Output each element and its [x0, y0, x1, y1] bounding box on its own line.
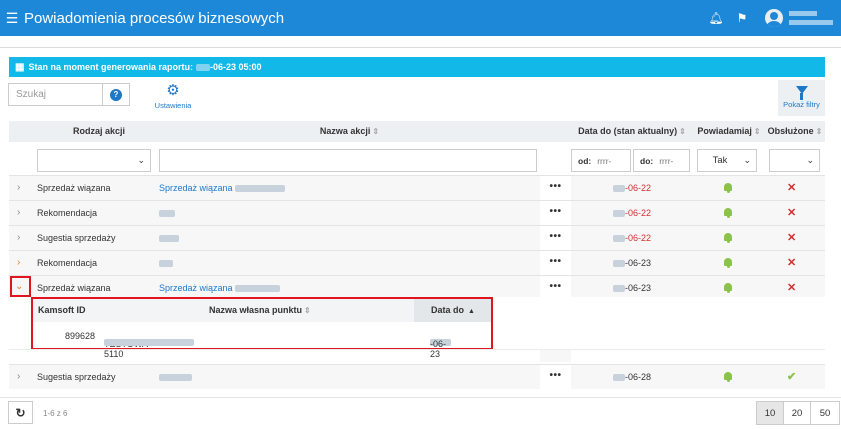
- settings-button[interactable]: ⚙ Ustawienia: [151, 82, 195, 111]
- search-help-button[interactable]: ?: [102, 83, 130, 106]
- sort-icon: ⇕: [372, 127, 380, 136]
- col-notify[interactable]: Powiadamiaj ⇕: [693, 121, 765, 142]
- chevron-right-icon[interactable]: ›: [17, 207, 20, 218]
- bell-icon: [723, 208, 733, 218]
- page-size-20[interactable]: 20: [783, 401, 811, 425]
- cross-icon: ✕: [787, 182, 797, 194]
- table-row[interactable]: › Sugestia sprzedaży ••• -06-22 ✕: [9, 225, 825, 251]
- notify-filter-select[interactable]: Tak ⌄: [697, 149, 757, 172]
- bell-icon[interactable]: 🔔︎: [703, 11, 729, 25]
- top-bar: ☰ Powiadomienia procesów biznesowych 🔔︎ …: [0, 0, 841, 36]
- table-row[interactable]: › Sugestia sprzedaży ••• -06-28 ✔: [9, 364, 825, 390]
- page-title: Powiadomienia procesów biznesowych: [24, 9, 285, 27]
- cross-icon: ✕: [787, 282, 797, 294]
- bell-icon: [723, 183, 733, 193]
- page-size-10[interactable]: 10: [756, 401, 784, 425]
- filters-label: Pokaż filtry: [783, 100, 820, 109]
- date-from-input[interactable]: od: rrrr-: [571, 149, 631, 172]
- sort-icon: ⇕: [815, 127, 823, 136]
- col-date[interactable]: Data do (stan aktualny) ⇕: [571, 121, 693, 142]
- handled-filter-select[interactable]: ⌄: [769, 149, 820, 172]
- filter-row: ⌄ od: rrrr- do: rrrr- Tak ⌄ ⌄: [9, 143, 825, 177]
- chevron-right-icon[interactable]: ›: [17, 371, 20, 382]
- divider: [0, 47, 841, 48]
- col-type[interactable]: Rodzaj akcji: [37, 121, 161, 142]
- show-filters-button[interactable]: Pokaż filtry: [778, 80, 825, 116]
- row-actions-button[interactable]: •••: [540, 365, 571, 390]
- chevron-down-icon: ⌄: [137, 155, 145, 165]
- gear-icon: ⚙: [166, 82, 180, 99]
- row-actions-button[interactable]: •••: [540, 226, 571, 251]
- bell-icon: [723, 283, 733, 293]
- record-count: 1-6 z 6: [43, 409, 68, 418]
- highlight-details-table: [31, 297, 493, 350]
- refresh-button[interactable]: ↻: [8, 401, 33, 424]
- page-size-50[interactable]: 50: [810, 401, 840, 425]
- banner-label: Stan na moment generowania raportu:: [28, 62, 193, 72]
- cross-icon: ✕: [787, 257, 797, 269]
- sort-icon: ⇕: [679, 127, 686, 136]
- help-icon: ?: [110, 88, 122, 101]
- banner-date: -06-23 05:00: [209, 62, 262, 72]
- chevron-right-icon[interactable]: ›: [17, 232, 20, 243]
- user-name[interactable]: [789, 8, 837, 28]
- cross-icon: ✕: [787, 207, 797, 219]
- menu-icon[interactable]: ☰: [2, 10, 22, 27]
- user-avatar-icon[interactable]: [765, 9, 783, 27]
- bell-icon: [723, 372, 733, 382]
- refresh-icon: ↻: [15, 405, 26, 420]
- row-actions-button[interactable]: •••: [540, 201, 571, 226]
- cross-icon: ✕: [787, 232, 797, 244]
- chevron-down-icon: ⌄: [743, 155, 751, 165]
- sort-icon: ⇕: [753, 127, 761, 136]
- name-filter-input[interactable]: [159, 149, 537, 172]
- chevron-right-icon[interactable]: ›: [17, 257, 20, 268]
- table-row[interactable]: › Rekomendacja ••• -06-23 ✕: [9, 250, 825, 276]
- table-row[interactable]: › Sprzedaż wiązana Sprzedaż wiązana ••• …: [9, 175, 825, 201]
- col-name[interactable]: Nazwa akcji ⇕: [159, 121, 540, 142]
- table-row[interactable]: › Rekomendacja ••• -06-22 ✕: [9, 200, 825, 226]
- type-filter-select[interactable]: ⌄: [37, 149, 151, 172]
- chevron-right-icon[interactable]: ›: [17, 182, 20, 193]
- row-actions-button[interactable]: •••: [540, 251, 571, 276]
- search-input[interactable]: Szukaj: [8, 83, 102, 106]
- bell-icon: [723, 258, 733, 268]
- settings-label: Ustawienia: [154, 101, 192, 110]
- flag-icon[interactable]: ⚑: [729, 11, 755, 25]
- filter-icon: [795, 86, 808, 100]
- bell-icon: [723, 233, 733, 243]
- check-icon: ✔: [787, 371, 797, 383]
- date-to-input[interactable]: do: rrrr-: [633, 149, 690, 172]
- highlight-expand-toggle: [10, 276, 31, 297]
- table-header: Rodzaj akcji Nazwa akcji ⇕ Data do (stan …: [9, 121, 825, 142]
- col-handled[interactable]: Obsłużone ⇕: [765, 121, 825, 142]
- calendar-icon: ▦: [15, 61, 25, 73]
- report-banner: ▦ Stan na moment generowania raportu: -0…: [9, 57, 825, 77]
- chevron-down-icon: ⌄: [806, 155, 814, 165]
- row-actions-button[interactable]: •••: [540, 176, 571, 201]
- redacted-year: [195, 63, 210, 71]
